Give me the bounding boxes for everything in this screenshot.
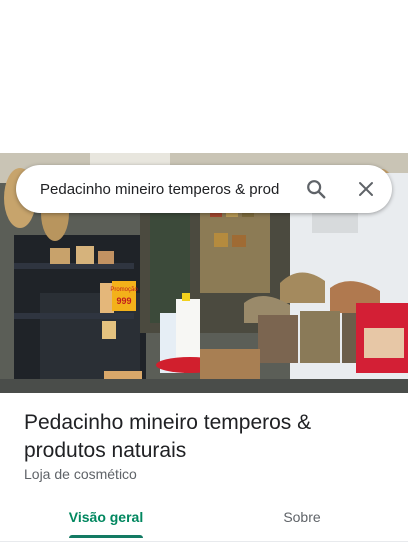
promo-sign-line2: 999 [116, 296, 131, 306]
place-category: Loja de cosmético [24, 466, 137, 482]
close-icon [359, 182, 373, 196]
tab-overview-label: Visão geral [68, 508, 144, 525]
promo-sign-line1: Promoção [110, 287, 138, 293]
search-input[interactable]: Pedacinho mineiro temperos & prod [40, 181, 290, 198]
tab-about[interactable]: Sobre [250, 497, 354, 536]
search-icon [307, 180, 326, 199]
tab-about-label: Sobre [283, 508, 321, 525]
map-area-blank [0, 0, 408, 153]
clear-search-button[interactable] [350, 173, 382, 205]
search-button[interactable] [300, 173, 332, 205]
tabs-divider [0, 541, 408, 542]
tab-overview[interactable]: Visão geral [54, 497, 158, 536]
selected-tab-indicator [69, 535, 143, 538]
place-title: Pedacinho mineiro temperos & produtos na… [24, 411, 312, 462]
search-bar[interactable]: Pedacinho mineiro temperos & prod [16, 165, 392, 213]
tab-bar: Visão geral Sobre [0, 497, 408, 538]
